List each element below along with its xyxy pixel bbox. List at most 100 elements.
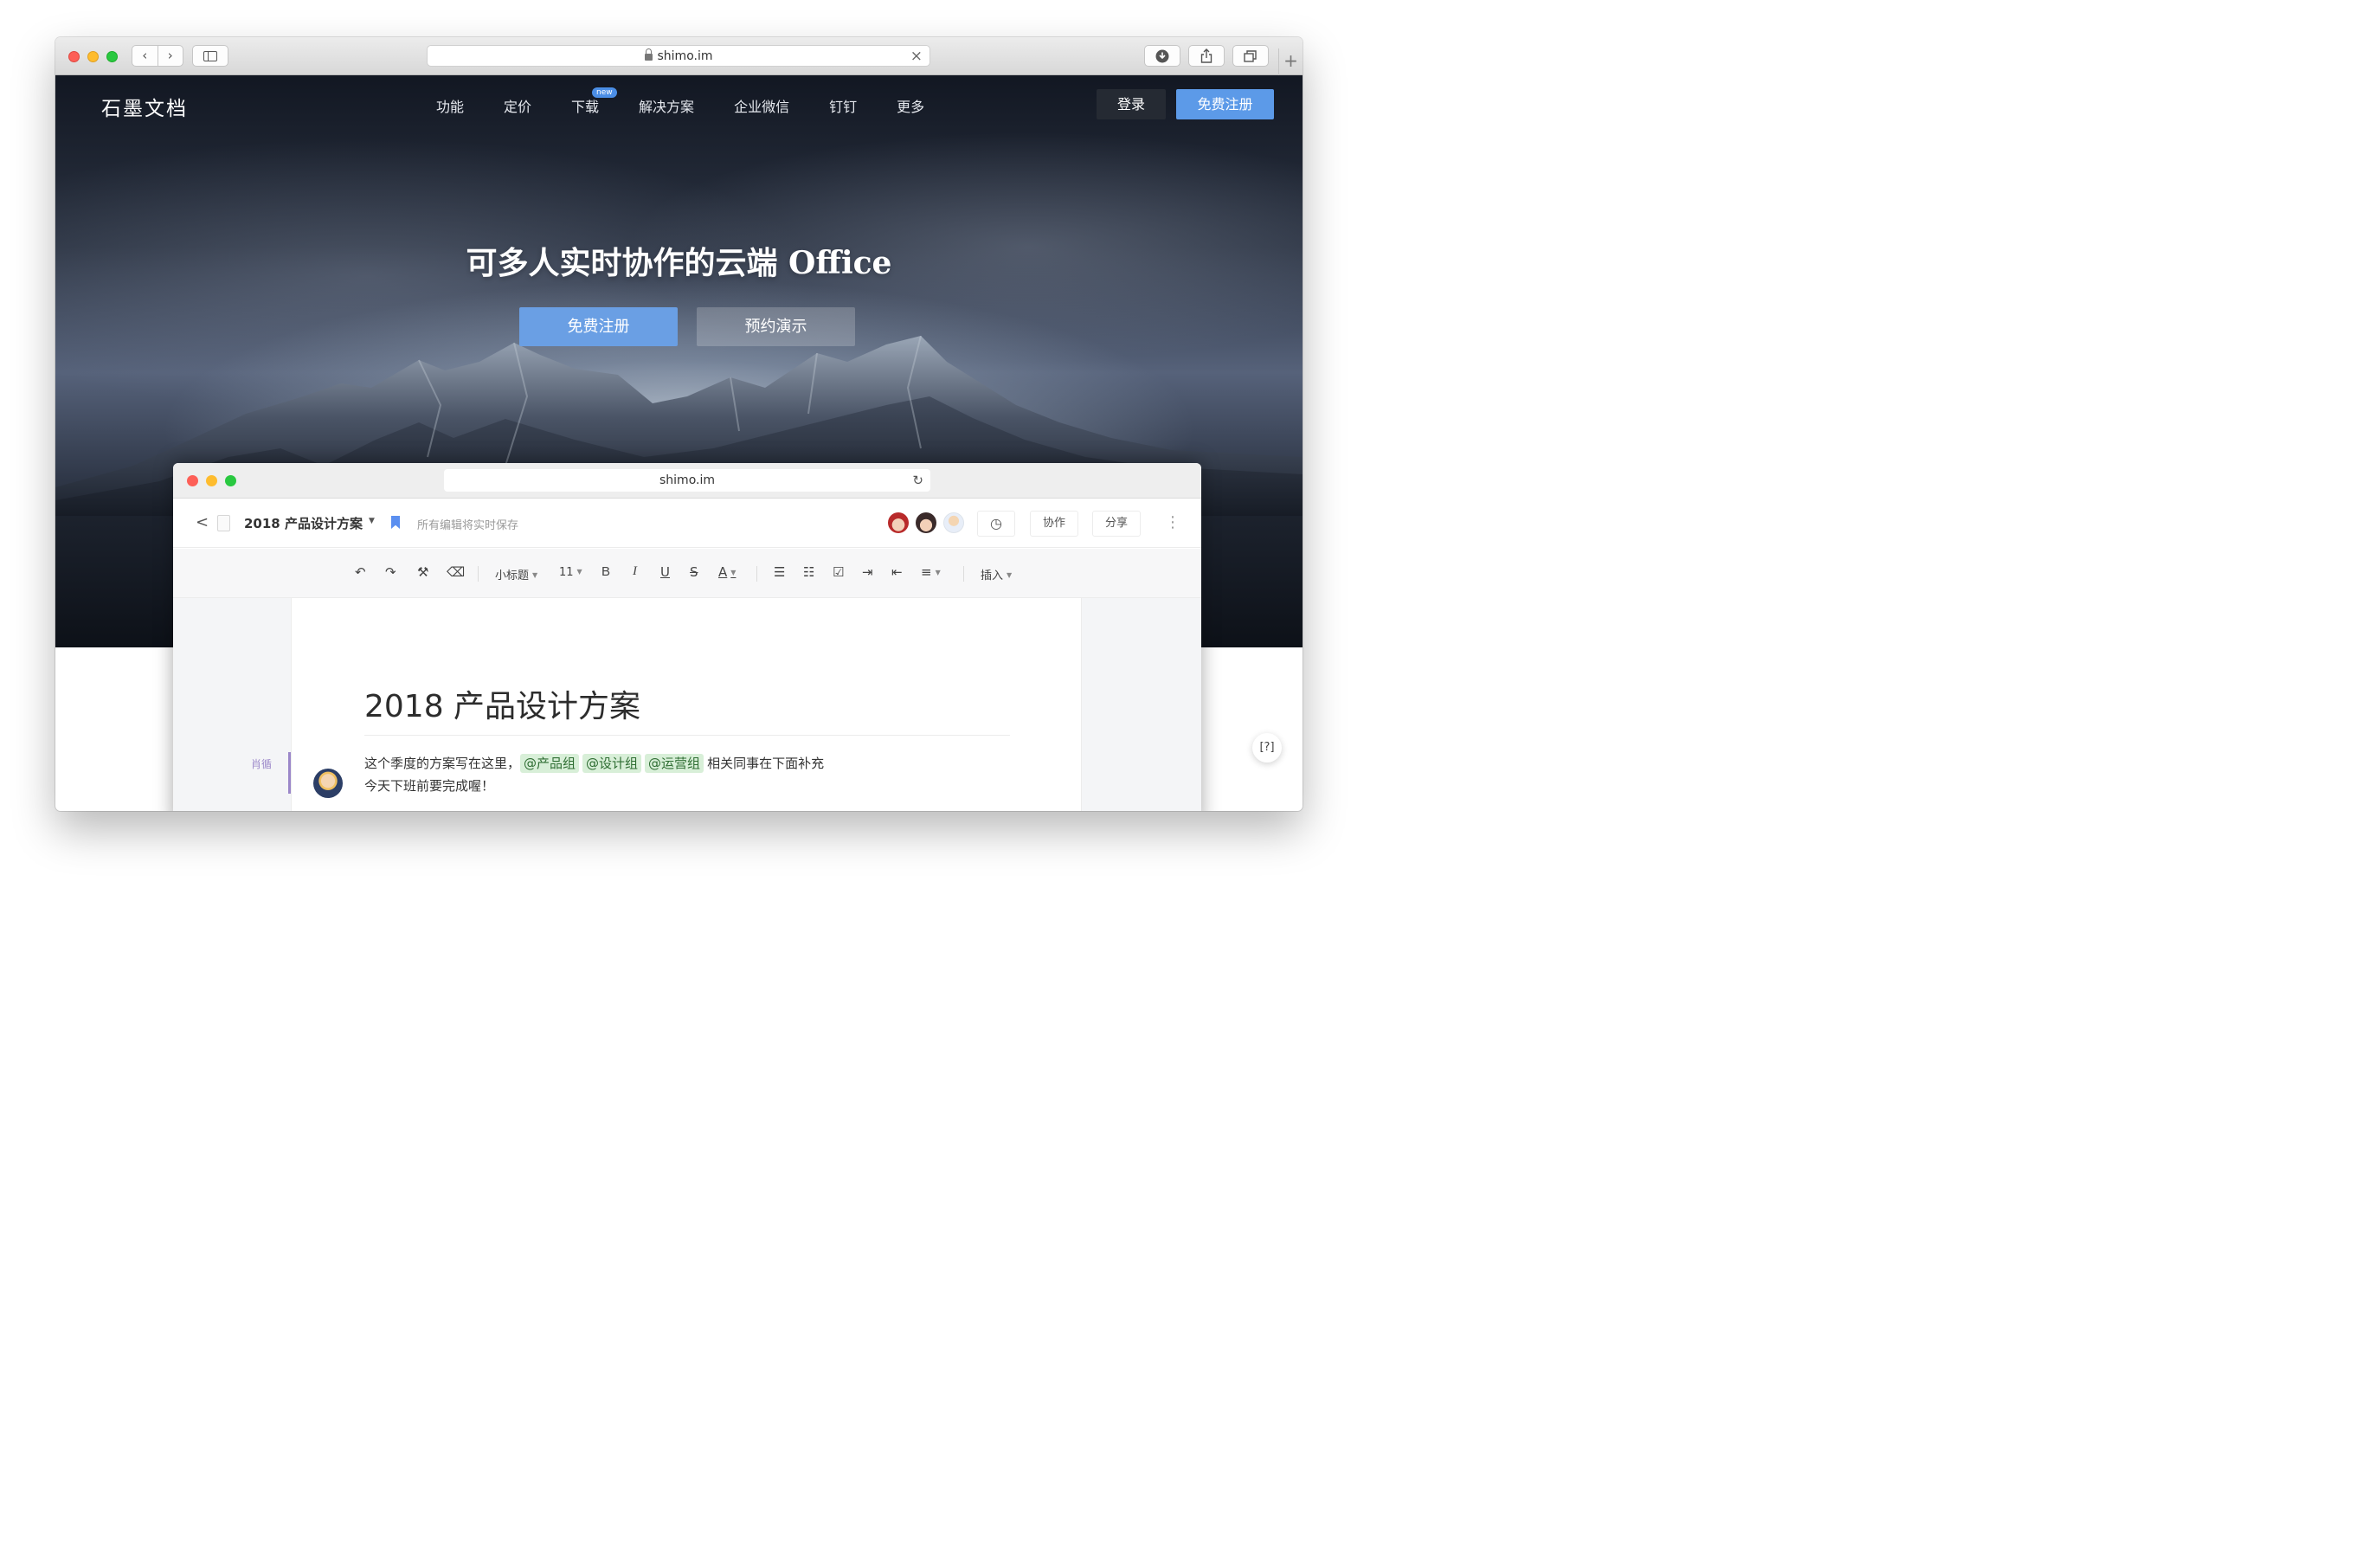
collaborator-avatar[interactable] <box>943 512 964 533</box>
sidebar-toggle-button[interactable] <box>192 45 228 67</box>
chevron-down-icon: ▼ <box>576 568 582 576</box>
signup-button[interactable]: 免费注册 <box>1176 89 1274 119</box>
insert-label: 插入 <box>981 570 1004 582</box>
underline-button[interactable]: U <box>660 564 670 580</box>
document-canvas: 肖循 2018 产品设计方案 这个季度的方案写在这里， @产品组 @设计组 @运营组相… <box>173 598 1201 811</box>
checklist-icon[interactable]: ☑ <box>833 564 844 580</box>
indent-icon[interactable]: ⇥ <box>862 564 873 580</box>
hero-signup-button[interactable]: 免费注册 <box>519 307 678 346</box>
save-status: 所有编辑将实时保存 <box>417 519 519 532</box>
ordered-list-icon[interactable]: ☰ <box>774 564 785 580</box>
help-icon: [?] <box>1259 741 1275 754</box>
downloads-button[interactable] <box>1144 45 1180 67</box>
nav-item-more[interactable]: 更多 <box>897 95 924 116</box>
collaborator-avatar[interactable] <box>916 512 936 533</box>
preview-titlebar: shimo.im ↻ <box>173 463 1201 499</box>
bookmark-icon[interactable] <box>391 516 400 529</box>
redo-icon[interactable]: ↷ <box>385 564 396 580</box>
chevron-down-icon: ▼ <box>730 569 737 576</box>
preview-address-bar: shimo.im ↻ <box>444 469 930 492</box>
chevron-down-icon: ▼ <box>935 569 941 576</box>
clock-icon: ◷ <box>990 515 1002 531</box>
toolbar-divider <box>756 566 757 582</box>
nav-item-download[interactable]: 下载 new <box>571 87 617 116</box>
nav-item-pricing[interactable]: 定价 <box>504 95 531 116</box>
bullet-list-icon[interactable]: ☷ <box>803 564 814 580</box>
insert-menu[interactable]: 插入 ▼ <box>981 566 1012 582</box>
share-icon <box>1200 48 1213 63</box>
chevron-down-icon: ▼ <box>1007 571 1013 579</box>
mention-tag[interactable]: @运营组 <box>645 754 704 773</box>
help-button[interactable]: [?] <box>1252 733 1282 763</box>
format-toolbar: ↶ ↷ ⚒ ⌫ 小标题 ▼ 11 ▼ B I U S A ▼ ☰ ☷ ☑ ⇥ ⇤ ≡ ▼ <box>173 549 1201 598</box>
outdent-icon[interactable]: ⇤ <box>891 564 903 580</box>
heading-style-select[interactable]: 小标题 ▼ <box>495 566 537 582</box>
font-color-button[interactable]: A ▼ <box>718 564 736 580</box>
clear-url-icon[interactable]: × <box>910 48 923 65</box>
address-bar[interactable]: shimo.im × <box>427 45 930 67</box>
nav-item-features[interactable]: 功能 <box>436 95 464 116</box>
new-badge: new <box>592 87 617 98</box>
reload-icon: ↻ <box>912 473 923 488</box>
history-button[interactable]: ◷ <box>977 511 1015 537</box>
chevron-down-icon[interactable]: ▼ <box>369 517 375 525</box>
nav-item-download-label: 下载 <box>571 99 600 115</box>
address-text: shimo.im <box>657 48 713 63</box>
heading-style-value: 小标题 <box>495 570 530 582</box>
preview-minimize-dot <box>206 475 217 486</box>
forward-button[interactable]: › <box>158 46 183 66</box>
nav-item-dingtalk[interactable]: 钉钉 <box>829 95 857 116</box>
site-nav: 功能 定价 下载 new 解决方案 企业微信 钉钉 更多 <box>436 87 924 116</box>
hero-title: 可多人实时协作的云端 Office <box>466 245 892 281</box>
document-page[interactable]: 2018 产品设计方案 这个季度的方案写在这里， @产品组 @设计组 @运营组 相关同事… <box>291 598 1082 811</box>
bold-button[interactable]: B <box>601 564 610 579</box>
tab-overview-button[interactable] <box>1232 45 1269 67</box>
share-doc-button[interactable]: 分享 <box>1092 511 1141 537</box>
new-tab-button[interactable]: + <box>1278 48 1303 75</box>
strikethrough-button[interactable]: S <box>690 564 698 580</box>
italic-button[interactable]: I <box>633 564 637 579</box>
more-vertical-icon[interactable]: ⋮ <box>1165 512 1180 534</box>
nav-item-solutions[interactable]: 解决方案 <box>639 95 694 116</box>
tabs-icon <box>1244 49 1257 62</box>
back-arrow-icon[interactable]: < <box>196 513 209 531</box>
align-icon[interactable]: ≡ ▼ <box>921 564 941 580</box>
nav-item-wecom[interactable]: 企业微信 <box>734 95 789 116</box>
back-button[interactable]: ‹ <box>132 46 158 66</box>
font-size-value: 11 <box>559 566 574 579</box>
toolbar-divider <box>963 566 964 582</box>
avatar[interactable] <box>313 769 343 798</box>
book-demo-button[interactable]: 预约演示 <box>697 307 855 346</box>
paragraph-line-2: 今天下班前要完成喔！ <box>364 778 495 794</box>
download-icon <box>1155 49 1169 62</box>
author-name: 肖循 <box>251 758 273 770</box>
font-size-select[interactable]: 11 ▼ <box>559 566 582 579</box>
paragraph-lead: 这个季度的方案写在这里， <box>364 756 521 771</box>
minimize-window-button[interactable] <box>87 51 99 62</box>
close-window-button[interactable] <box>68 51 80 62</box>
browser-toolbar: ‹ › shimo.im × + <box>55 37 1303 75</box>
toolbar-divider <box>478 566 479 582</box>
document-icon <box>217 515 230 531</box>
browser-window: ‹ › shimo.im × + 石墨文档 功能 定价 下载 new 解决方案 … <box>55 37 1303 811</box>
undo-icon[interactable]: ↶ <box>355 564 366 580</box>
site-logo[interactable]: 石墨文档 <box>101 92 188 121</box>
chevron-down-icon: ▼ <box>532 571 538 579</box>
share-button[interactable] <box>1188 45 1225 67</box>
preview-close-dot <box>187 475 198 486</box>
login-button[interactable]: 登录 <box>1097 89 1166 119</box>
eraser-icon[interactable]: ⌫ <box>447 564 465 580</box>
history-nav-group: ‹ › <box>132 45 183 67</box>
collaborator-avatar[interactable] <box>888 512 909 533</box>
page-title[interactable]: 2018 产品设计方案 <box>364 681 640 726</box>
font-color-label: A <box>718 564 728 580</box>
format-painter-icon[interactable]: ⚒ <box>417 564 428 580</box>
doc-header-title[interactable]: 2018 产品设计方案 <box>244 514 363 532</box>
document-paragraph[interactable]: 这个季度的方案写在这里， @产品组 @设计组 @运营组 相关同事在下面补充 今天下班前要… <box>364 752 824 797</box>
editor-preview-window: shimo.im ↻ < 2018 产品设计方案 ▼ 所有编辑将实时保存 ◷ 协… <box>173 463 1201 811</box>
mention-tag[interactable]: @设计组 <box>582 754 642 773</box>
zoom-window-button[interactable] <box>106 51 118 62</box>
collaborate-button[interactable]: 协作 <box>1030 511 1078 537</box>
paragraph-tail: 相关同事在下面补充 <box>707 756 825 771</box>
mention-tag[interactable]: @产品组 <box>520 754 580 773</box>
